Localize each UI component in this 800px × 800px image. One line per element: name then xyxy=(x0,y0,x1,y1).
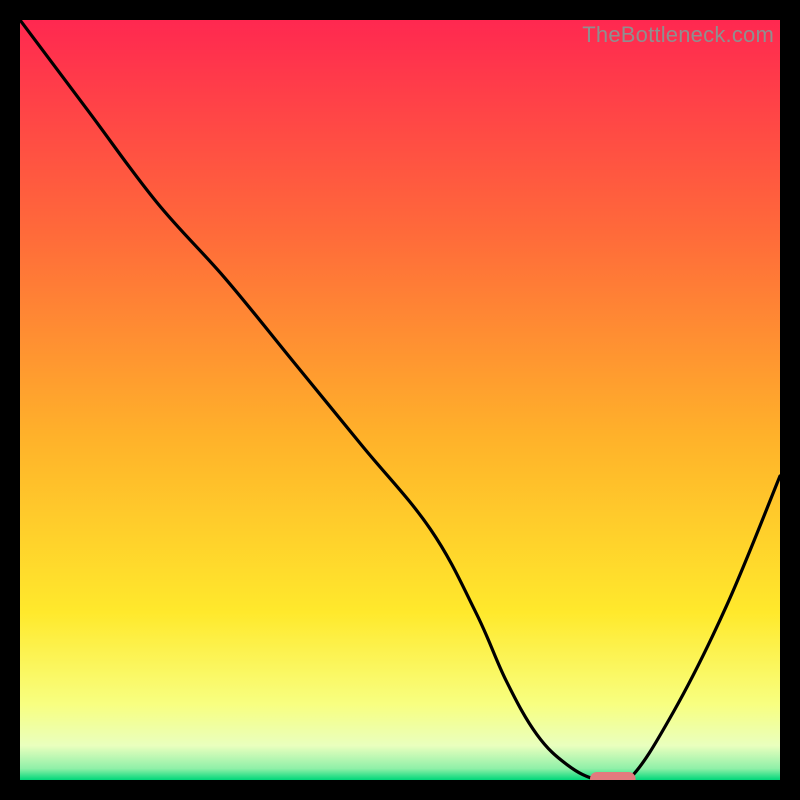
watermark-text: TheBottleneck.com xyxy=(582,22,774,48)
optimal-region-marker xyxy=(590,772,636,780)
bottleneck-chart xyxy=(20,20,780,780)
chart-background xyxy=(20,20,780,780)
chart-frame: TheBottleneck.com xyxy=(20,20,780,780)
